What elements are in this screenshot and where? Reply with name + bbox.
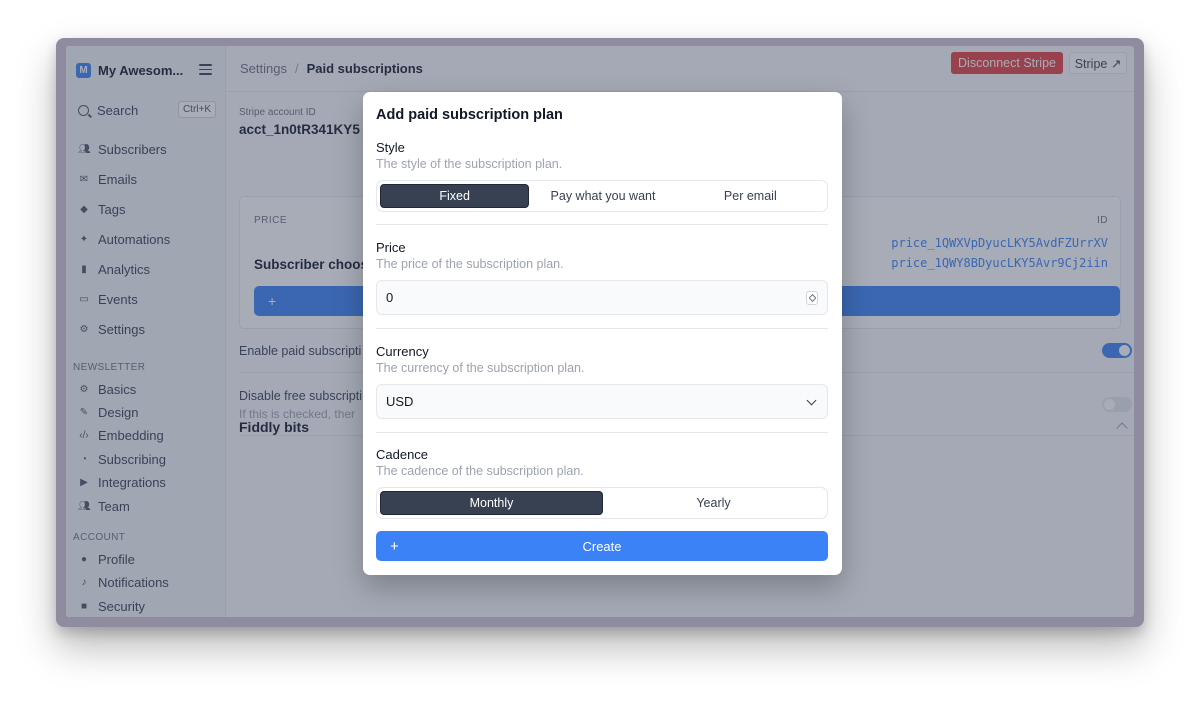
create-button[interactable]: + Create xyxy=(376,531,828,561)
currency-value: USD xyxy=(386,394,414,409)
currency-select[interactable]: USD xyxy=(376,384,828,419)
cadence-segmented-control: Monthly Yearly xyxy=(376,487,828,519)
divider xyxy=(376,432,828,433)
style-option-per-email[interactable]: Per email xyxy=(677,184,824,208)
divider xyxy=(376,328,828,329)
style-option-pay-what-you-want[interactable]: Pay what you want xyxy=(529,184,676,208)
style-help: The style of the subscription plan. xyxy=(376,157,563,171)
create-button-label: Create xyxy=(582,538,622,554)
cadence-option-yearly[interactable]: Yearly xyxy=(603,491,824,515)
plus-icon: + xyxy=(390,537,399,555)
price-input[interactable]: 0 xyxy=(376,280,828,315)
cadence-option-monthly[interactable]: Monthly xyxy=(380,491,603,515)
currency-help: The currency of the subscription plan. xyxy=(376,361,585,375)
price-help: The price of the subscription plan. xyxy=(376,257,564,271)
price-value: 0 xyxy=(386,290,394,305)
style-label: Style xyxy=(376,140,405,155)
cadence-help: The cadence of the subscription plan. xyxy=(376,464,584,478)
number-stepper-icon[interactable] xyxy=(806,291,818,305)
style-segmented-control: Fixed Pay what you want Per email xyxy=(376,180,828,212)
currency-label: Currency xyxy=(376,344,429,359)
chevron-down-icon xyxy=(806,395,817,406)
cadence-label: Cadence xyxy=(376,447,429,462)
add-plan-modal: Add paid subscription plan Style The sty… xyxy=(363,92,842,575)
style-option-fixed[interactable]: Fixed xyxy=(380,184,530,208)
price-label: Price xyxy=(376,240,406,255)
divider xyxy=(376,224,828,225)
modal-title: Add paid subscription plan xyxy=(376,107,563,123)
